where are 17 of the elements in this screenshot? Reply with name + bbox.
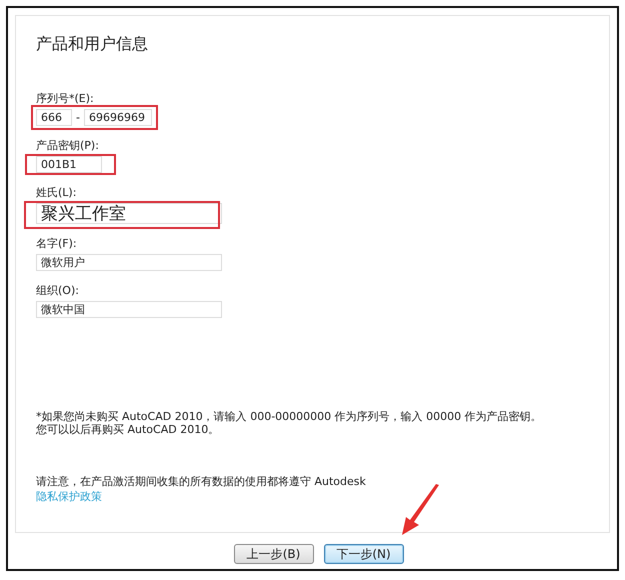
privacy-notice: 请注意，在产品激活期间收集的所有数据的使用都将遵守 Autodesk [36,475,366,488]
purchase-note: *如果您尚未购买 AutoCAD 2010，请输入 000-00000000 作为序列号，输入 00000 作为产品密钥。 您可以以后再购买 AutoCAD 2010。 [36,410,542,436]
field-label: 产品密钥(P): [36,138,99,153]
next-button[interactable]: 下一步(N) [324,544,404,564]
field-label: 组织(O): [36,283,79,298]
text-field[interactable]: 聚兴工作室 [36,203,222,224]
field-label: 序列号*(E): [36,91,94,106]
text-field[interactable]: 微软用户 [36,254,222,271]
text-field[interactable]: 微软中国 [36,301,222,318]
back-button[interactable]: 上一步(B) [234,544,314,564]
field-label: 名字(F): [36,236,77,251]
serial-prefix-field[interactable]: 666 [36,109,72,126]
field-label: 姓氏(L): [36,185,76,200]
serial-number-field[interactable]: 69696969 [84,109,152,126]
text-field[interactable]: 001B1 [36,156,102,173]
section-title: 产品和用户信息 [36,34,148,55]
separator-text: - [76,111,80,124]
